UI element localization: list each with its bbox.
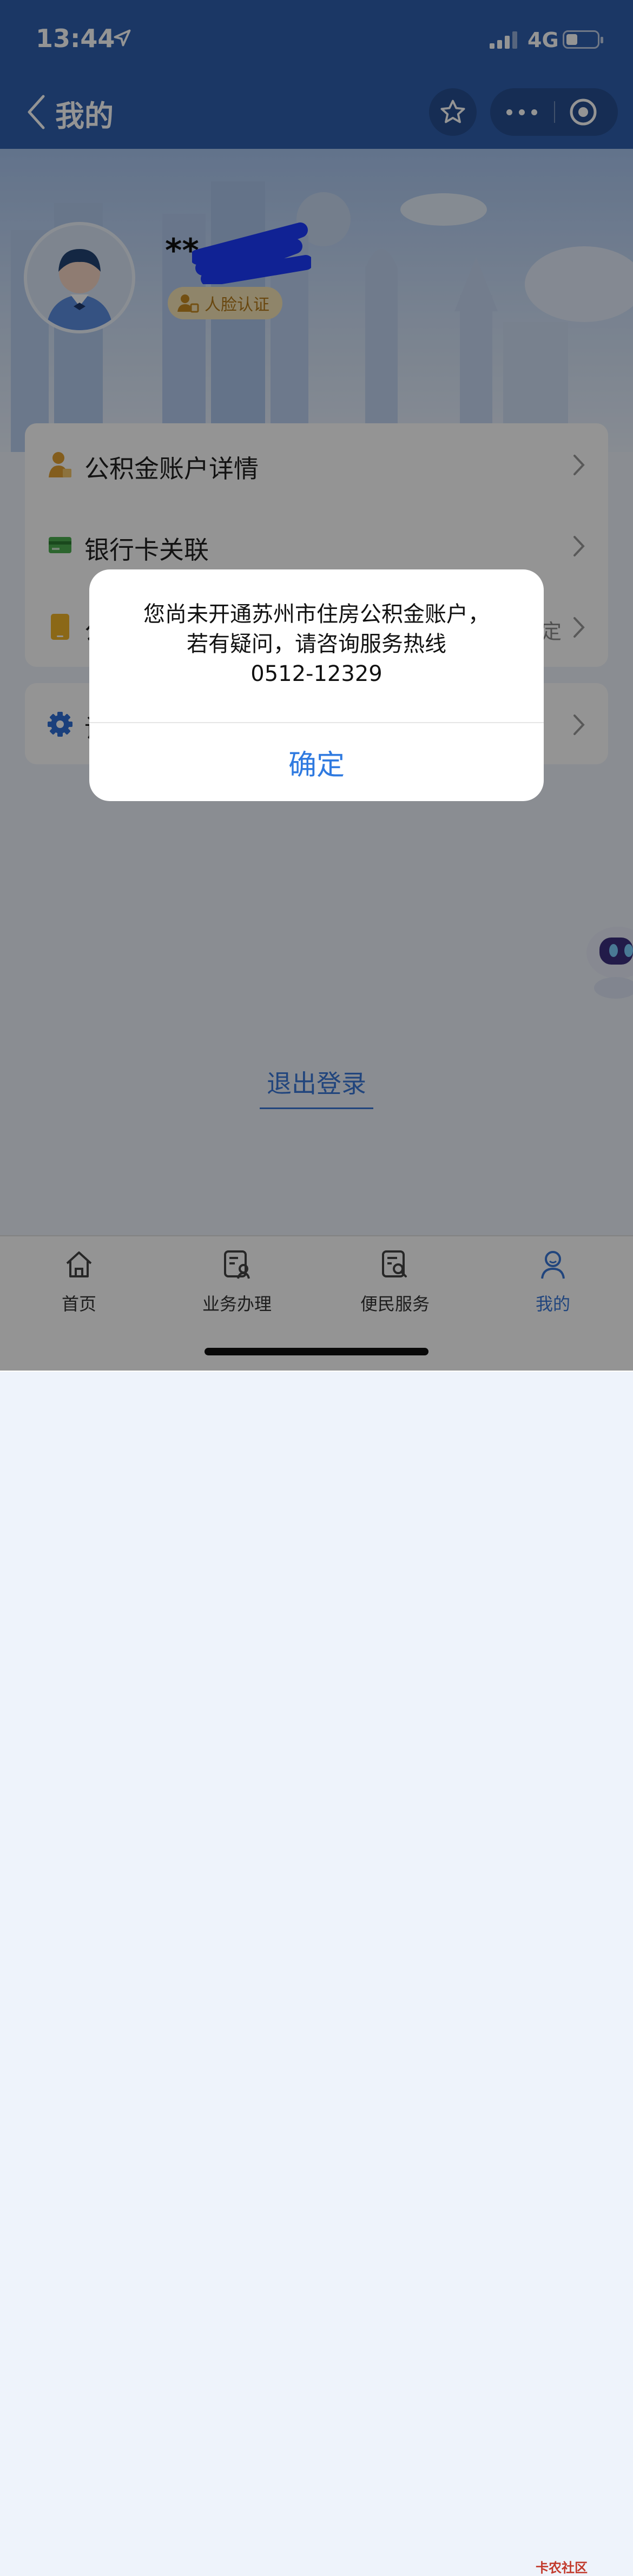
- alert-dialog: 您尚未开通苏州市住房公积金账户， 若有疑问，请咨询服务热线 0512-12329…: [89, 569, 544, 801]
- confirm-button[interactable]: 确定: [89, 723, 544, 801]
- dialog-message: 您尚未开通苏州市住房公积金账户， 若有疑问，请咨询服务热线 0512-12329: [143, 602, 490, 686]
- watermark-text: 卡农社区: [536, 2560, 588, 2575]
